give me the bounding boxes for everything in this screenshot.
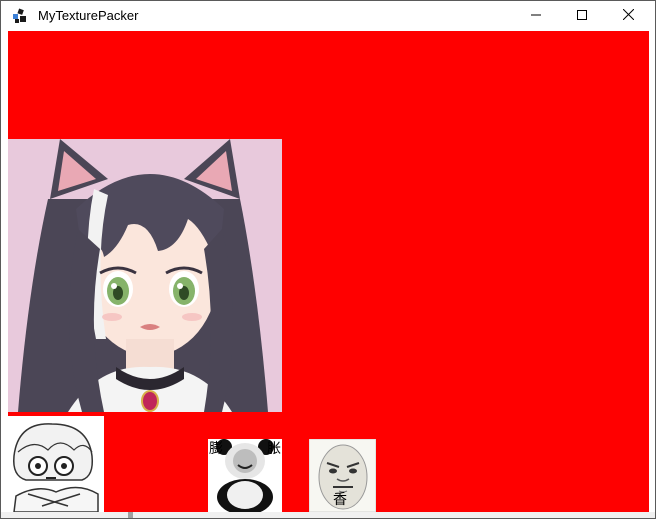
chibi-character	[8, 416, 104, 512]
anime-catgirl-portrait	[8, 139, 282, 412]
puzzle-app-icon	[12, 8, 28, 24]
rage-face-caption: 香	[333, 492, 347, 508]
scroll-handle[interactable]	[128, 512, 133, 518]
maximize-icon	[577, 7, 587, 25]
rage-face-meme: 香	[309, 439, 376, 512]
panda-caption-right: 胀	[267, 441, 281, 457]
title-bar[interactable]: MyTexturePacker	[1, 1, 655, 31]
panda-meme: 膨 胀	[208, 439, 282, 512]
texture-canvas[interactable]: 膨 胀 香	[8, 31, 649, 514]
maximize-button[interactable]	[559, 1, 605, 31]
app-window: MyTexturePacker 膨 胀 香	[0, 0, 656, 519]
window-title: MyTexturePacker	[38, 8, 139, 23]
panda-caption-left: 膨	[209, 441, 223, 457]
close-button[interactable]	[605, 1, 651, 31]
minimize-icon	[531, 7, 541, 25]
close-icon	[622, 7, 634, 25]
minimize-button[interactable]	[513, 1, 559, 31]
window-bottom-edge	[1, 512, 655, 518]
